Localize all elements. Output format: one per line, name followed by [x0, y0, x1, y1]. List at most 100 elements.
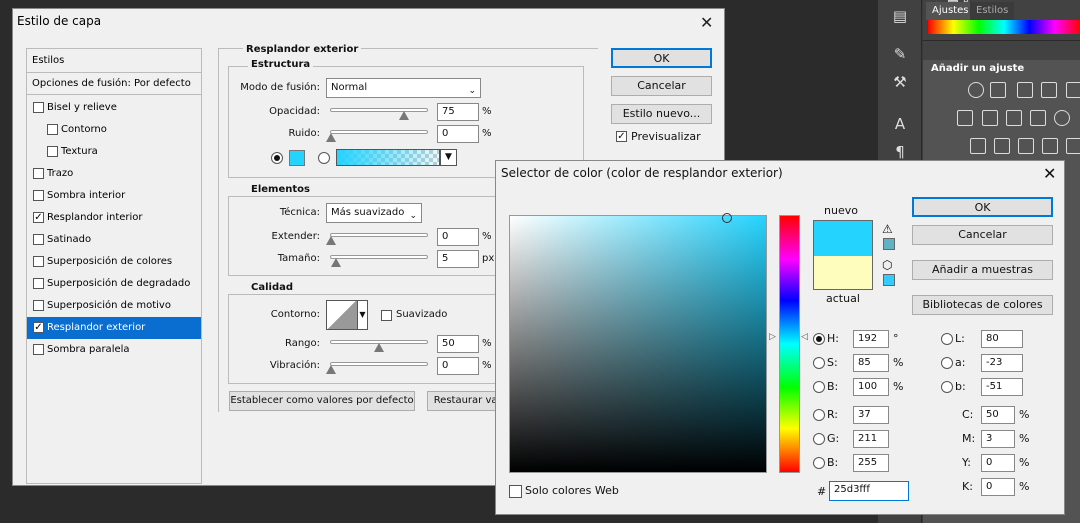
style-checkbox[interactable] [33, 278, 44, 289]
style-item[interactable]: Superposición de motivo [27, 295, 201, 317]
lab-radio[interactable] [941, 357, 953, 369]
style-checkbox[interactable] [33, 344, 44, 355]
style-checkbox[interactable] [33, 168, 44, 179]
glow-color-swatch[interactable] [289, 150, 305, 166]
style-item[interactable]: Sombra interior [27, 185, 201, 207]
color-libraries-button[interactable]: Bibliotecas de colores [912, 295, 1053, 315]
rgb-radio[interactable] [813, 457, 825, 469]
style-item[interactable]: ✓ Resplandor interior [27, 207, 201, 229]
size-slider[interactable] [330, 255, 428, 259]
noise-field[interactable]: 0 [437, 125, 479, 143]
hex-field[interactable]: 25d3fff [829, 481, 909, 501]
range-slider-handle[interactable] [374, 343, 384, 352]
vibrance-icon[interactable] [1066, 82, 1080, 98]
style-item[interactable]: Contorno [27, 119, 201, 141]
rgb-radio[interactable] [813, 409, 825, 421]
photo-filter-icon[interactable] [1030, 110, 1046, 126]
lab-field[interactable]: -23 [981, 354, 1023, 372]
curves-icon[interactable] [1017, 82, 1033, 98]
threshold-icon[interactable] [1018, 138, 1034, 154]
style-item[interactable]: Superposición de degradado [27, 273, 201, 295]
new-style-button[interactable]: Estilo nuevo... [611, 104, 712, 124]
hue-slider[interactable] [779, 215, 800, 473]
cmyk-field[interactable]: 0 [981, 478, 1015, 496]
contour-preview[interactable] [326, 300, 358, 330]
spread-slider[interactable] [330, 233, 428, 237]
balance-icon[interactable] [982, 110, 998, 126]
jitter-slider-handle[interactable] [326, 365, 336, 374]
history-icon[interactable]: ▤ [888, 4, 912, 28]
gradient-preview[interactable] [336, 149, 440, 166]
size-field[interactable]: 5 [437, 250, 479, 268]
color-field-cursor[interactable] [722, 213, 732, 223]
spread-slider-handle[interactable] [326, 236, 336, 245]
style-checkbox[interactable]: ✓ [33, 322, 44, 333]
tab-estilos[interactable]: Estilos [970, 2, 1015, 20]
gradient-dropdown-icon[interactable]: ▼ [440, 149, 457, 166]
gamut-warning-icon[interactable]: ⚠ [882, 222, 893, 236]
style-item[interactable]: Bisel y relieve [27, 97, 201, 119]
hsb-field[interactable]: 192 [853, 330, 889, 348]
posterize-icon[interactable] [994, 138, 1010, 154]
cmyk-field[interactable]: 50 [981, 406, 1015, 424]
set-default-button[interactable]: Establecer como valores por defecto [229, 391, 415, 411]
styles-header[interactable]: Estilos [27, 49, 201, 73]
picker-cancel-button[interactable]: Cancelar [912, 225, 1053, 245]
web-safe-swatch[interactable] [883, 274, 895, 286]
spread-field[interactable]: 0 [437, 228, 479, 246]
style-checkbox[interactable] [33, 102, 44, 113]
antialias-checkbox[interactable] [381, 310, 392, 321]
selective-color-icon[interactable] [1066, 138, 1080, 154]
blend-options[interactable]: Opciones de fusión: Por defecto [27, 73, 201, 95]
opacity-slider[interactable] [330, 108, 428, 112]
preview-checkbox[interactable]: ✓ [616, 131, 627, 142]
style-item[interactable]: Satinado [27, 229, 201, 251]
noise-slider-handle[interactable] [326, 133, 336, 142]
solid-color-radio[interactable] [271, 152, 283, 164]
opacity-field[interactable]: 75 [437, 103, 479, 121]
style-checkbox[interactable] [33, 300, 44, 311]
rgb-radio[interactable] [813, 433, 825, 445]
range-field[interactable]: 50 [437, 335, 479, 353]
invert-icon[interactable] [970, 138, 986, 154]
style-item[interactable]: Trazo [27, 163, 201, 185]
technique-select[interactable]: Más suavizado ⌄ [326, 203, 422, 223]
hsb-radio[interactable] [813, 357, 825, 369]
lab-radio[interactable] [941, 381, 953, 393]
style-checkbox[interactable] [33, 190, 44, 201]
cancel-button[interactable]: Cancelar [611, 76, 712, 96]
close-icon[interactable]: ✕ [1043, 164, 1056, 183]
add-swatches-button[interactable]: Añadir a muestras [912, 260, 1053, 280]
hue-icon[interactable] [957, 110, 973, 126]
lab-field[interactable]: -51 [981, 378, 1023, 396]
opacity-slider-handle[interactable] [399, 111, 409, 120]
character-icon[interactable]: A [888, 112, 912, 136]
ok-button[interactable]: OK [611, 48, 712, 68]
brightness-icon[interactable] [968, 82, 984, 98]
style-checkbox[interactable] [33, 234, 44, 245]
style-checkbox[interactable]: ✓ [33, 212, 44, 223]
rgb-field[interactable]: 255 [853, 454, 889, 472]
rgb-field[interactable]: 37 [853, 406, 889, 424]
style-item[interactable]: Superposición de colores [27, 251, 201, 273]
picker-ok-button[interactable]: OK [912, 197, 1053, 217]
noise-slider[interactable] [330, 130, 428, 134]
lab-field[interactable]: 80 [981, 330, 1023, 348]
hsb-field[interactable]: 85 [853, 354, 889, 372]
style-checkbox[interactable] [47, 124, 58, 135]
size-slider-handle[interactable] [331, 258, 341, 267]
hsb-field[interactable]: 100 [853, 378, 889, 396]
gamut-swatch[interactable] [883, 238, 895, 250]
contour-dropdown-icon[interactable]: ▼ [357, 300, 368, 330]
hsb-radio[interactable] [813, 333, 825, 345]
web-only-checkbox[interactable] [509, 485, 522, 498]
hue-slider-left-arrow[interactable]: ▷ [769, 332, 776, 342]
cmyk-field[interactable]: 0 [981, 454, 1015, 472]
style-item[interactable]: ✓ Resplandor exterior [27, 317, 201, 339]
gradient-radio[interactable] [318, 152, 330, 164]
bw-icon[interactable] [1006, 110, 1022, 126]
style-item[interactable]: Sombra paralela [27, 339, 201, 361]
jitter-slider[interactable] [330, 362, 428, 366]
exposure-icon[interactable] [1041, 82, 1057, 98]
jitter-field[interactable]: 0 [437, 357, 479, 375]
